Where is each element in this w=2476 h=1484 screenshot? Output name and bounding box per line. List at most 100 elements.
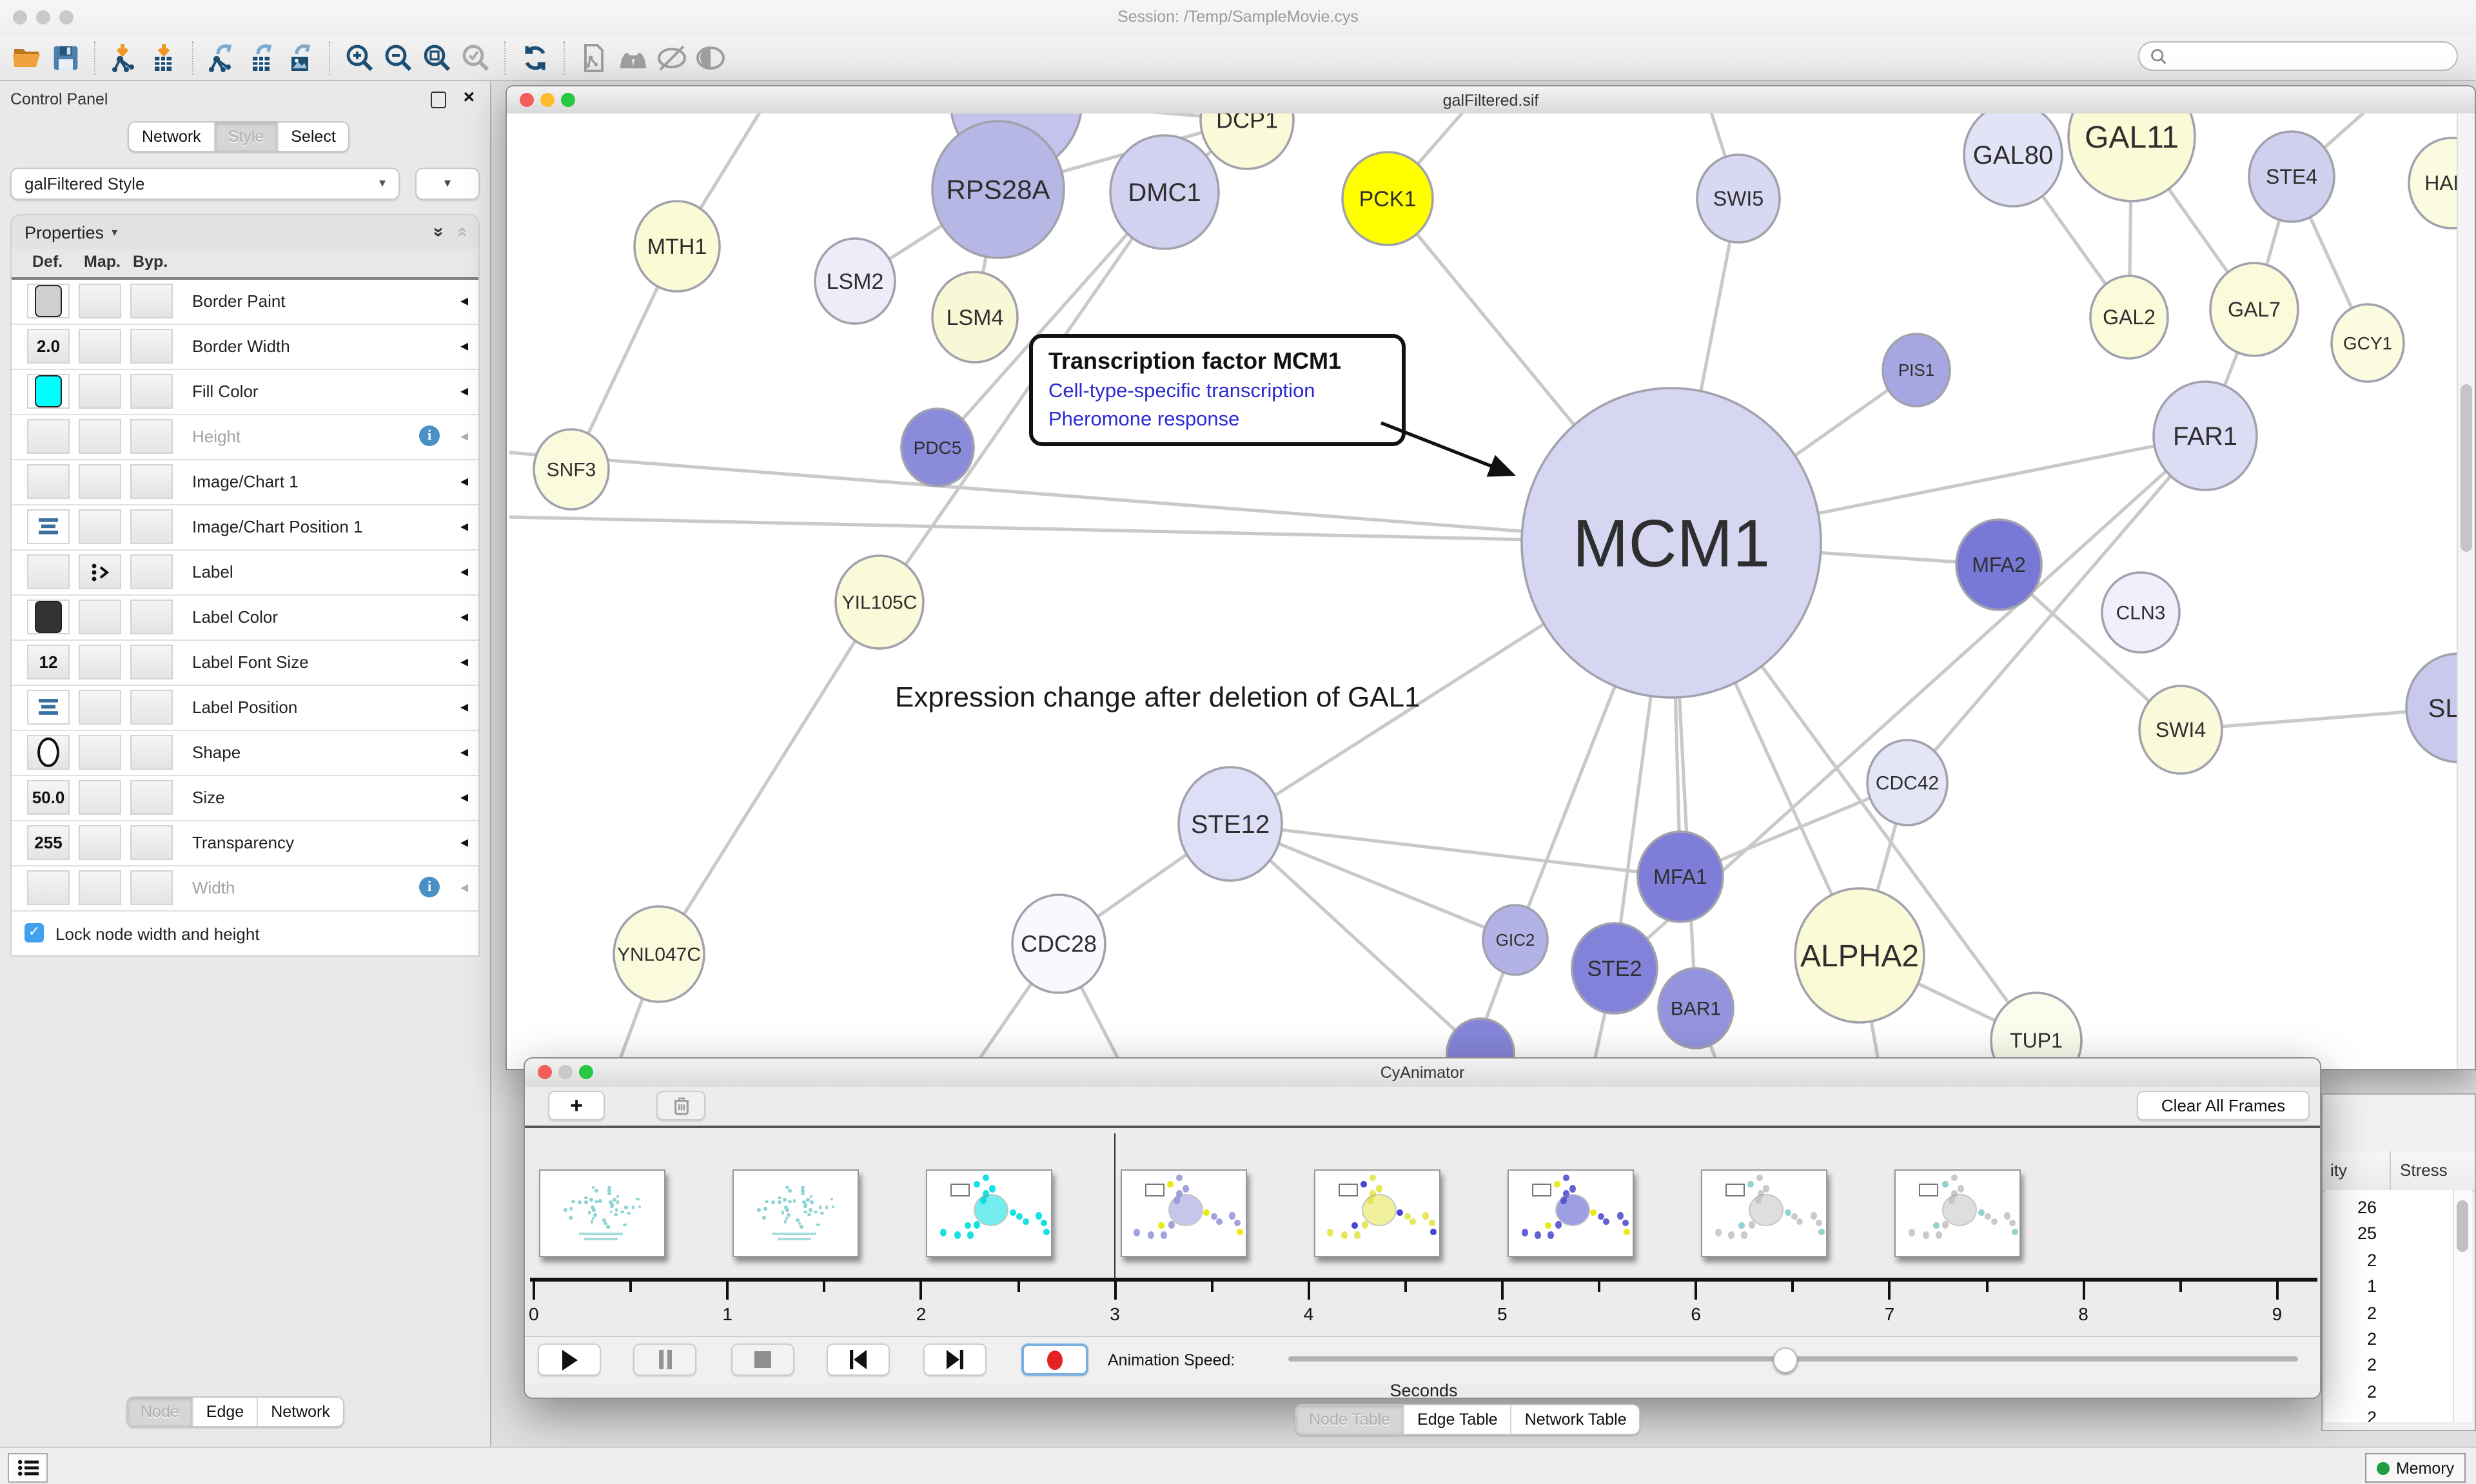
bypass-cell[interactable] bbox=[130, 374, 173, 409]
network-node-ynl047c[interactable]: YNL047C bbox=[614, 906, 704, 1002]
table-cell-value[interactable]: 2 bbox=[2325, 1251, 2377, 1270]
network-node-pis1[interactable]: PIS1 bbox=[1883, 334, 1950, 406]
default-value-cell[interactable]: 12 bbox=[27, 645, 70, 679]
tab-style[interactable]: Style bbox=[214, 122, 277, 151]
table-cell-value[interactable]: 2 bbox=[2325, 1303, 2377, 1322]
network-node-mfa2[interactable]: MFA2 bbox=[1956, 520, 2041, 610]
zoom-fit-icon[interactable] bbox=[418, 39, 457, 75]
cyanimator-titlebar[interactable]: CyAnimator bbox=[525, 1059, 2320, 1088]
table-cell-value[interactable]: 25 bbox=[2325, 1224, 2377, 1244]
property-row[interactable]: 50.0Size◂ bbox=[12, 776, 478, 821]
import-network-icon[interactable] bbox=[106, 39, 144, 75]
mapping-cell[interactable] bbox=[79, 509, 121, 544]
mapping-cell[interactable] bbox=[79, 374, 121, 409]
info-icon[interactable]: i bbox=[419, 425, 440, 446]
annotation-link[interactable]: Cell-type-specific transcription bbox=[1048, 380, 1386, 404]
bypass-cell[interactable] bbox=[130, 690, 173, 725]
property-row[interactable]: Widthi◂ bbox=[12, 866, 478, 912]
expand-row-icon[interactable]: ◂ bbox=[460, 291, 468, 309]
property-row[interactable]: 255Transparency◂ bbox=[12, 821, 478, 866]
mapping-cell[interactable] bbox=[79, 554, 121, 589]
default-value-cell[interactable] bbox=[27, 419, 70, 454]
network-node-cln3[interactable]: CLN3 bbox=[2102, 572, 2179, 652]
default-value-cell[interactable] bbox=[27, 600, 70, 634]
mapping-cell[interactable] bbox=[79, 870, 121, 905]
timeline[interactable]: Seconds 0123456789 bbox=[525, 1128, 2320, 1336]
network-node-far1[interactable]: FAR1 bbox=[2154, 382, 2257, 490]
expand-row-icon[interactable]: ◂ bbox=[460, 382, 468, 400]
network-node-mfa1[interactable]: MFA1 bbox=[1638, 832, 1723, 922]
network-canvas[interactable]: RPS28BRPS28ADCP1DMC1PCK1MTH1LSM2LSM4SNF3… bbox=[507, 113, 2475, 1069]
mapping-cell[interactable] bbox=[79, 329, 121, 364]
mapping-cell[interactable] bbox=[79, 780, 121, 815]
network-node-pdc5[interactable]: PDC5 bbox=[901, 409, 974, 486]
bypass-cell[interactable] bbox=[130, 329, 173, 364]
bypass-cell[interactable] bbox=[130, 554, 173, 589]
expand-row-icon[interactable]: ◂ bbox=[460, 652, 468, 670]
tab-select[interactable]: Select bbox=[277, 122, 349, 151]
network-node-mth1[interactable]: MTH1 bbox=[634, 201, 720, 291]
open-session-icon[interactable] bbox=[8, 39, 46, 75]
property-row[interactable]: Fill Color◂ bbox=[12, 370, 478, 415]
tab-edge-table[interactable]: Edge Table bbox=[1403, 1405, 1511, 1434]
expand-row-icon[interactable]: ◂ bbox=[460, 788, 468, 806]
network-node-bar1[interactable]: BAR1 bbox=[1658, 968, 1733, 1048]
network-node-pck1[interactable]: PCK1 bbox=[1342, 152, 1433, 245]
float-window-icon[interactable] bbox=[431, 92, 446, 108]
tab-network-style[interactable]: Network bbox=[257, 1398, 343, 1426]
tab-node[interactable]: Node bbox=[128, 1398, 192, 1426]
default-value-cell[interactable]: 2.0 bbox=[27, 329, 70, 364]
add-frame-button[interactable]: + bbox=[548, 1091, 605, 1120]
network-node-gic2[interactable]: GIC2 bbox=[1483, 905, 1548, 975]
info-icon[interactable]: i bbox=[419, 877, 440, 897]
network-edge[interactable] bbox=[659, 602, 879, 954]
style-selector-dropdown[interactable]: galFiltered Style ▾ bbox=[10, 168, 400, 200]
network-node-alpha2[interactable]: ALPHA2 bbox=[1795, 888, 1924, 1022]
network-node-snf3[interactable]: SNF3 bbox=[534, 429, 609, 509]
timeline-frame[interactable] bbox=[1314, 1169, 1440, 1257]
default-value-cell[interactable] bbox=[27, 690, 70, 725]
network-node-lsm2[interactable]: LSM2 bbox=[815, 239, 895, 324]
property-row[interactable]: Border Paint◂ bbox=[12, 280, 478, 325]
tab-network-table[interactable]: Network Table bbox=[1511, 1405, 1640, 1434]
property-row[interactable]: Shape◂ bbox=[12, 731, 478, 776]
mapping-cell[interactable] bbox=[79, 690, 121, 725]
expand-all-icon[interactable]: » bbox=[435, 222, 446, 242]
network-node-yil105c[interactable]: YIL105C bbox=[836, 556, 923, 649]
property-row[interactable]: 12Label Font Size◂ bbox=[12, 641, 478, 686]
mapping-cell[interactable] bbox=[79, 600, 121, 634]
property-row[interactable]: Heighti◂ bbox=[12, 415, 478, 460]
expand-row-icon[interactable]: ◂ bbox=[460, 517, 468, 535]
network-graph[interactable]: RPS28BRPS28ADCP1DMC1PCK1MTH1LSM2LSM4SNF3… bbox=[507, 113, 2475, 1069]
zoom-in-icon[interactable] bbox=[340, 39, 379, 75]
mapping-cell[interactable] bbox=[79, 284, 121, 318]
default-value-cell[interactable]: 50.0 bbox=[27, 780, 70, 815]
refresh-icon[interactable] bbox=[516, 39, 555, 75]
close-panel-icon[interactable]: × bbox=[463, 86, 475, 108]
network-node-cdc28[interactable]: CDC28 bbox=[1012, 895, 1105, 993]
table-cell-value[interactable]: 1 bbox=[2325, 1276, 2377, 1296]
network-node-gal7[interactable]: GAL7 bbox=[2210, 263, 2298, 356]
property-row[interactable]: Label Position◂ bbox=[12, 686, 478, 731]
memory-button[interactable]: Memory bbox=[2365, 1453, 2466, 1483]
column-header-centrality[interactable]: ity bbox=[2330, 1160, 2347, 1180]
properties-header[interactable]: Properties ▾ » » bbox=[12, 215, 478, 249]
tab-network[interactable]: Network bbox=[129, 122, 214, 151]
table-cell-value[interactable]: 2 bbox=[2325, 1408, 2377, 1422]
network-node-dcp1[interactable]: DCP1 bbox=[1201, 113, 1293, 169]
delete-frame-button[interactable] bbox=[656, 1091, 705, 1120]
network-node-ste2[interactable]: STE2 bbox=[1572, 923, 1657, 1013]
network-node-rps28a[interactable]: RPS28A bbox=[932, 121, 1064, 258]
table-scrollbar[interactable] bbox=[2453, 1190, 2472, 1422]
column-header-stress[interactable]: Stress bbox=[2400, 1160, 2457, 1180]
zoom-selected-icon[interactable] bbox=[457, 39, 495, 75]
bypass-cell[interactable] bbox=[130, 870, 173, 905]
default-value-cell[interactable] bbox=[27, 735, 70, 770]
table-cell-value[interactable]: 2 bbox=[2325, 1329, 2377, 1349]
bypass-cell[interactable] bbox=[130, 509, 173, 544]
tab-node-table[interactable]: Node Table bbox=[1296, 1405, 1403, 1434]
table-cell-value[interactable]: 26 bbox=[2325, 1198, 2377, 1217]
network-node-ste12[interactable]: STE12 bbox=[1179, 767, 1282, 881]
bypass-cell[interactable] bbox=[130, 464, 173, 499]
expand-row-icon[interactable]: ◂ bbox=[460, 427, 468, 445]
